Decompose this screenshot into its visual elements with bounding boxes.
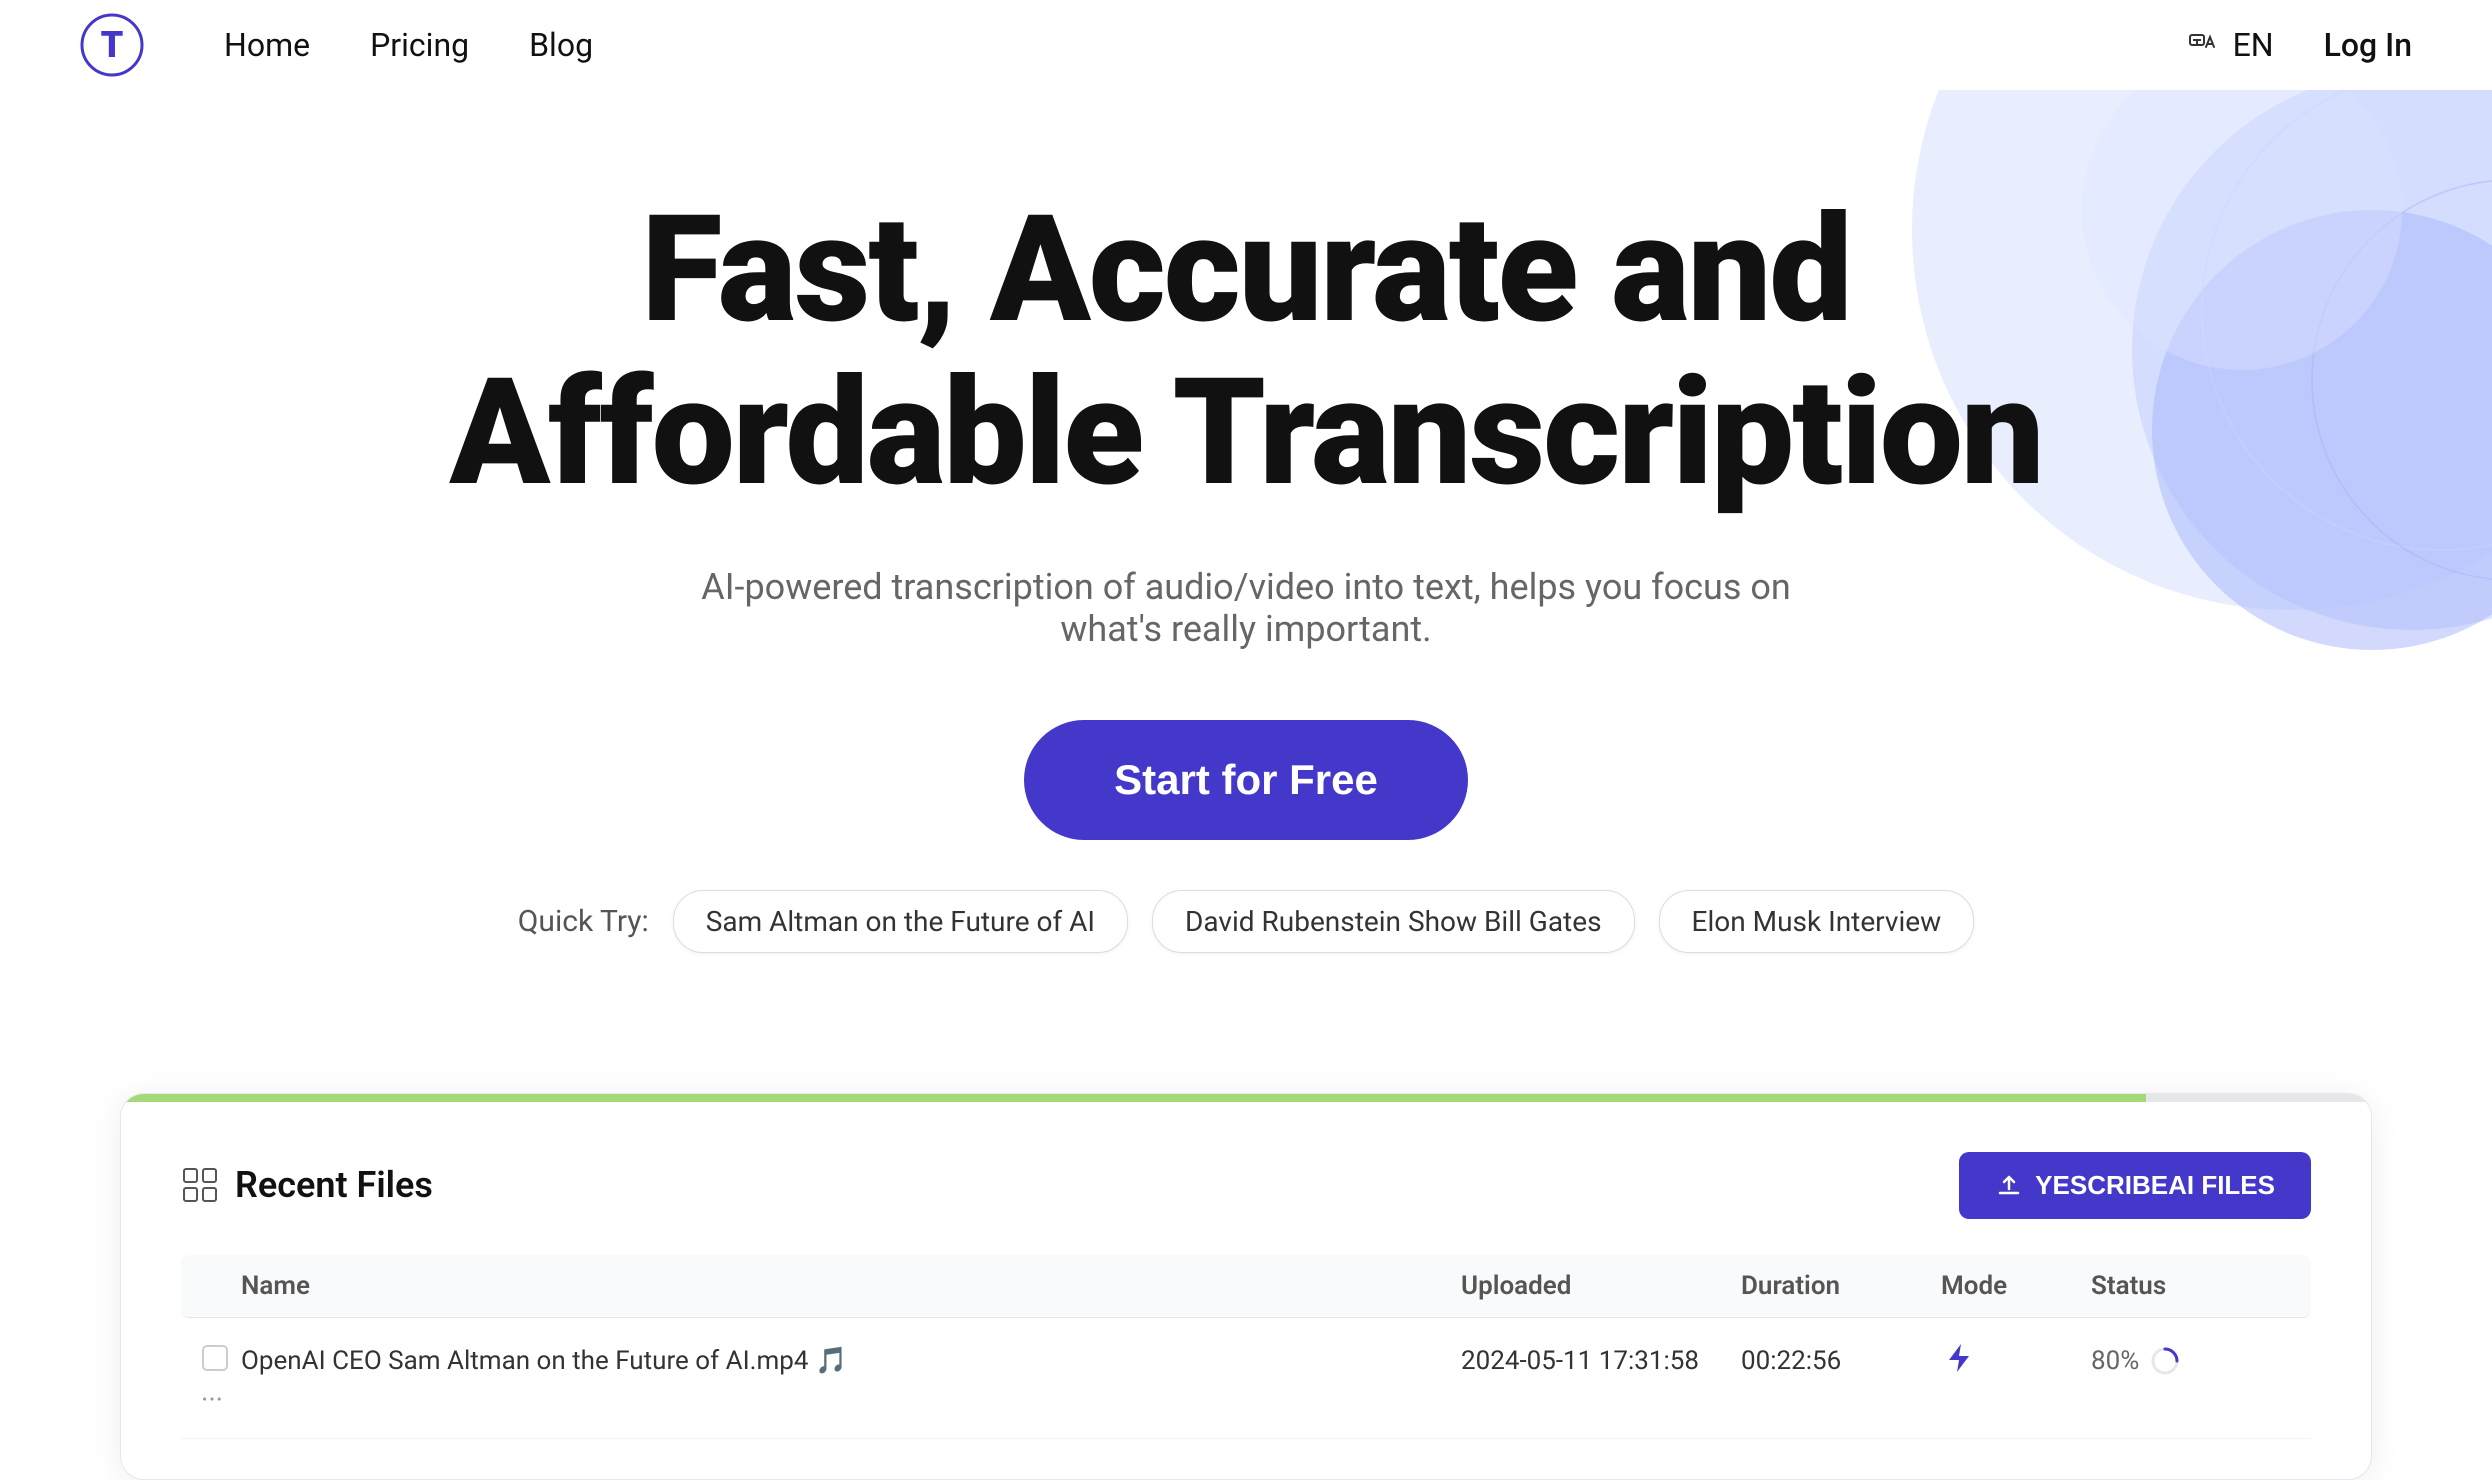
logo-icon: T xyxy=(80,13,144,77)
quick-tag-1[interactable]: David Rubenstein Show Bill Gates xyxy=(1152,890,1635,953)
upload-icon xyxy=(1995,1171,2023,1199)
translate-icon xyxy=(2187,27,2223,63)
hero-subtitle: AI-powered transcription of audio/video … xyxy=(646,566,1846,650)
recent-files-header: Recent Files YESCRIBEAI FILES xyxy=(181,1152,2311,1219)
progress-bar-fill xyxy=(121,1094,2146,1102)
nav-pricing[interactable]: Pricing xyxy=(370,26,469,64)
recent-files-label: Recent Files xyxy=(235,1164,433,1206)
language-label: EN xyxy=(2233,26,2274,64)
row-more[interactable]: ··· xyxy=(201,1383,241,1416)
quick-try-label: Quick Try: xyxy=(518,904,649,939)
navbar: T Home Pricing Blog EN Log In xyxy=(0,0,2492,90)
nav-links: Home Pricing Blog xyxy=(224,26,2187,64)
row-uploaded: 2024-05-11 17:31:58 xyxy=(1461,1346,1741,1376)
progress-bar-container xyxy=(121,1094,2371,1102)
quick-tag-2[interactable]: Elon Musk Interview xyxy=(1659,890,1975,953)
nav-home[interactable]: Home xyxy=(224,26,310,64)
status-text: 80% xyxy=(2091,1345,2181,1377)
loading-spinner-icon xyxy=(2149,1345,2181,1377)
upload-files-button[interactable]: YESCRIBEAI FILES xyxy=(1959,1152,2311,1219)
row-status: 80% xyxy=(2091,1345,2291,1377)
row-checkbox[interactable] xyxy=(201,1344,241,1379)
table-header-name: Name xyxy=(241,1271,1461,1301)
row-mode xyxy=(1941,1340,2091,1383)
quick-try-section: Quick Try: Sam Altman on the Future of A… xyxy=(80,890,2412,953)
hero-section: Fast, Accurate and Affordable Transcript… xyxy=(0,90,2492,1033)
table-header-mode: Mode xyxy=(1941,1271,2091,1301)
table-header-duration: Duration xyxy=(1741,1271,1941,1301)
login-button[interactable]: Log In xyxy=(2324,26,2412,64)
grid-icon xyxy=(181,1166,219,1204)
table-header-uploaded: Uploaded xyxy=(1461,1271,1741,1301)
lightning-icon xyxy=(1941,1340,1977,1376)
dashboard-preview: Recent Files YESCRIBEAI FILES Name Uploa… xyxy=(120,1093,2372,1480)
table-header-status: Status xyxy=(2091,1271,2291,1301)
language-selector[interactable]: EN xyxy=(2187,26,2274,64)
table-row: OpenAI CEO Sam Altman on the Future of A… xyxy=(181,1318,2311,1439)
svg-text:T: T xyxy=(101,24,124,66)
row-duration: 00:22:56 xyxy=(1741,1346,1941,1376)
table-header-checkbox xyxy=(201,1271,241,1301)
start-free-button[interactable]: Start for Free xyxy=(1024,720,1468,840)
recent-files-title: Recent Files xyxy=(181,1164,433,1206)
files-table: Name Uploaded Duration Mode Status OpenA… xyxy=(181,1255,2311,1439)
hero-title: Fast, Accurate and Affordable Transcript… xyxy=(346,190,2146,516)
dashboard-content: Recent Files YESCRIBEAI FILES Name Uploa… xyxy=(121,1102,2371,1479)
table-header: Name Uploaded Duration Mode Status xyxy=(181,1255,2311,1318)
nav-blog[interactable]: Blog xyxy=(529,26,593,64)
nav-right: EN Log In xyxy=(2187,26,2412,64)
logo: T xyxy=(80,13,144,77)
row-name: OpenAI CEO Sam Altman on the Future of A… xyxy=(241,1346,1461,1376)
quick-tag-0[interactable]: Sam Altman on the Future of AI xyxy=(673,890,1128,953)
